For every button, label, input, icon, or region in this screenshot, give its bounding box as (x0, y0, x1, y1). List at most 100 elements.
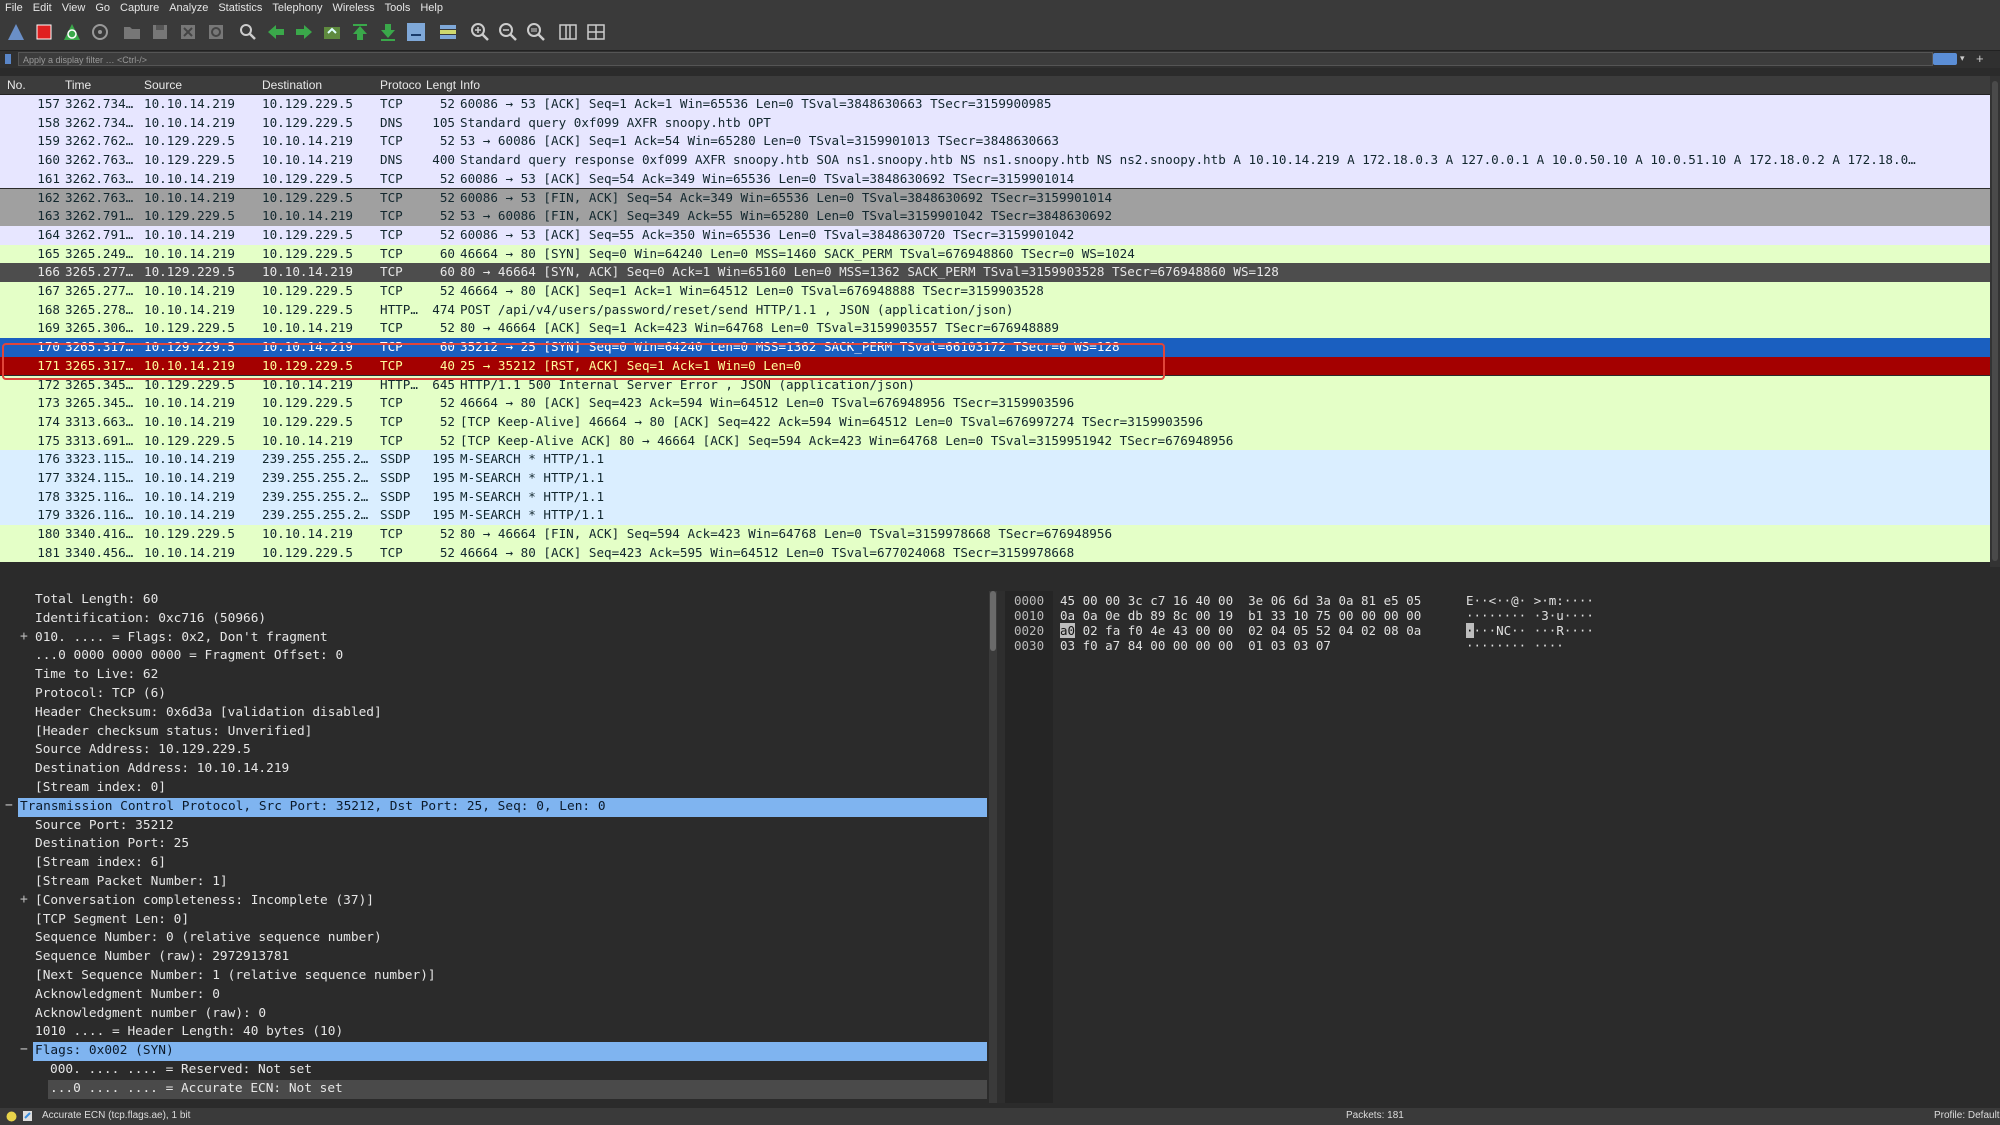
colorize-icon[interactable] (437, 21, 459, 43)
bytes-ascii[interactable]: ····NC·· ···R···· (1466, 623, 1594, 638)
packet-row[interactable]: 175 3313.691… 10.129.229.5 10.10.14.219 TCP 5… (0, 431, 1990, 451)
packet-row[interactable]: 158 3262.734… 10.10.14.219 10.129.229.5 DNS 1… (0, 113, 1990, 133)
bytes-hex[interactable]: 03 f0 a7 84 00 00 00 00 01 03 03 07 (1060, 638, 1331, 653)
detail-tree-item[interactable]: 000. .... .... = Reserved: Not set (0, 1061, 985, 1080)
bytes-hex[interactable]: a0 02 fa f0 4e 43 00 00 02 04 05 52 04 0… (1060, 623, 1421, 638)
detail-tree-item[interactable]: Protocol: TCP (6) (0, 685, 985, 704)
column-source[interactable]: Source (144, 78, 182, 92)
menu-tools[interactable]: Tools (380, 0, 416, 16)
bytes-hex-highlight[interactable]: a0 (1060, 623, 1076, 638)
detail-tree-item[interactable]: Sequence Number (raw): 2972913781 (0, 948, 985, 967)
bytes-ascii[interactable]: ········ ·3·u···· (1466, 608, 1594, 623)
save-file-icon[interactable] (149, 21, 171, 43)
zoom-in-icon[interactable] (469, 21, 491, 43)
detail-tree-item[interactable]: [TCP Segment Len: 0] (0, 911, 985, 930)
packet-row[interactable]: 163 3262.791… 10.129.229.5 10.10.14.219 TCP 5… (0, 207, 1990, 226)
packet-row[interactable]: 164 3262.791… 10.10.14.219 10.129.229.5 TCP 5… (0, 225, 1990, 245)
menu-file[interactable]: File (0, 0, 28, 16)
detail-tree-item[interactable]: Total Length: 60 (0, 591, 985, 610)
detail-tree-item[interactable]: Destination Address: 10.10.14.219 (0, 760, 985, 779)
detail-tree-item[interactable]: [Next Sequence Number: 1 (relative seque… (0, 967, 985, 986)
auto-scroll-icon[interactable] (405, 21, 427, 43)
resize-columns-icon[interactable] (557, 21, 579, 43)
packet-row[interactable]: 178 3325.116… 10.10.14.219 239.255.255.2… SS… (0, 487, 1990, 507)
packet-row[interactable]: 181 3340.456… 10.10.14.219 10.129.229.5 TCP 5… (0, 543, 1990, 563)
expand-icon[interactable]: + (20, 629, 28, 644)
detail-tree-item[interactable]: Source Port: 35212 (0, 817, 985, 836)
packet-row[interactable]: 176 3323.115… 10.10.14.219 239.255.255.2… SS… (0, 450, 1990, 469)
vertical-splitter[interactable] (997, 591, 1005, 1103)
packet-row[interactable]: 157 3262.734… 10.10.14.219 10.129.229.5 TCP 5… (0, 95, 1990, 114)
detail-tree-item[interactable]: Acknowledgment number (raw): 0 (0, 1005, 985, 1024)
menu-statistics[interactable]: Statistics (213, 0, 267, 16)
expand-icon[interactable]: + (20, 892, 28, 907)
bytes-ascii[interactable]: ········ ···· (1466, 638, 1564, 653)
pane-splitter[interactable] (0, 567, 2000, 591)
detail-tree-item[interactable]: [Stream index: 6] (0, 854, 985, 873)
zoom-out-icon[interactable] (497, 21, 519, 43)
restart-capture-icon[interactable] (61, 21, 83, 43)
go-first-packet-icon[interactable] (349, 21, 371, 43)
filter-bookmark-icon[interactable] (5, 54, 11, 64)
packet-list[interactable]: 157 3262.734… 10.10.14.219 10.129.229.5 TCP 5… (0, 95, 1990, 567)
packet-row[interactable]: 172 3265.345… 10.129.229.5 10.10.14.219 HTTP… (0, 375, 1990, 395)
column-length[interactable]: Length (426, 78, 456, 92)
layout-icon[interactable] (585, 21, 607, 43)
stop-capture-icon[interactable] (33, 21, 55, 43)
packet-details-tree[interactable]: Total Length: 60 Identification: 0xc716 (… (0, 591, 992, 1103)
packet-row[interactable]: 179 3326.116… 10.10.14.219 239.255.255.2… SS… (0, 506, 1990, 526)
detail-tree-item[interactable]: Header Checksum: 0x6d3a [validation disa… (0, 704, 985, 723)
packet-row[interactable]: 162 3262.763… 10.10.14.219 10.129.229.5 TCP 5… (0, 188, 1990, 208)
detail-tree-item[interactable]: − Flags: 0x002 (SYN) (20, 1042, 987, 1061)
packet-row[interactable]: 171 3265.317… 10.10.14.219 10.129.229.5 TCP 4… (0, 356, 1990, 376)
bytes-ascii-highlight[interactable]: · (1466, 623, 1474, 638)
packet-list-scrollbar[interactable] (1990, 76, 2000, 567)
menu-telephony[interactable]: Telephony (267, 0, 327, 16)
open-file-icon[interactable] (121, 21, 143, 43)
packet-row[interactable]: 168 3265.278… 10.10.14.219 10.129.229.5 HTTP… (0, 300, 1990, 320)
column-info[interactable]: Info (460, 78, 480, 92)
detail-tree-item[interactable]: +010. .... = Flags: 0x2, Don't fragment (0, 629, 985, 648)
packet-row[interactable]: 166 3265.277… 10.129.229.5 10.10.14.219 TCP 6… (0, 263, 1990, 282)
packet-row[interactable]: 169 3265.306… 10.129.229.5 10.10.14.219 TCP 5… (0, 319, 1990, 339)
close-file-icon[interactable] (177, 21, 199, 43)
bytes-hex[interactable]: 45 00 00 3c c7 16 40 00 3e 06 6d 3a 0a 8… (1060, 593, 1421, 608)
column-protocol[interactable]: Protocol (380, 78, 422, 92)
bytes-hex[interactable]: 0a 0a 0e db 89 8c 00 19 b1 33 10 75 00 0… (1060, 608, 1421, 623)
detail-tree-item[interactable]: − Transmission Control Protocol, Src Port… (5, 797, 987, 817)
packet-row[interactable]: 167 3265.277… 10.10.14.219 10.129.229.5 TCP 5… (0, 282, 1990, 301)
detail-tree-item[interactable]: ...0 .... .... = Accurate ECN: Not set (48, 1079, 987, 1099)
detail-tree-item[interactable]: [Stream Packet Number: 1] (0, 873, 985, 892)
packet-row[interactable]: 170 3265.317… 10.129.229.5 10.10.14.219 TCP 6… (0, 338, 1990, 357)
menu-edit[interactable]: Edit (28, 0, 57, 16)
menu-wireless[interactable]: Wireless (328, 0, 380, 16)
collapse-icon[interactable]: − (20, 1042, 28, 1057)
packet-row[interactable]: 173 3265.345… 10.10.14.219 10.129.229.5 TCP 5… (0, 394, 1990, 413)
detail-tree-item[interactable]: [Stream index: 0] (0, 779, 985, 798)
capture-options-icon[interactable] (89, 21, 111, 43)
detail-tree-item[interactable]: + [Conversation completeness: Incomplete … (0, 892, 985, 911)
detail-tree-item[interactable]: 1010 .... = Header Length: 40 bytes (10) (0, 1023, 985, 1042)
menu-view[interactable]: View (57, 0, 91, 16)
filter-history-dropdown-icon[interactable]: ▾ (1960, 53, 1965, 64)
zoom-normal-icon[interactable] (525, 21, 547, 43)
reload-file-icon[interactable] (205, 21, 227, 43)
detail-tree-item[interactable]: ...0 0000 0000 0000 = Fragment Offset: 0 (0, 647, 985, 666)
go-to-packet-icon[interactable] (321, 21, 343, 43)
packet-row[interactable]: 174 3313.663… 10.10.14.219 10.129.229.5 TCP 5… (0, 412, 1990, 432)
packet-row[interactable]: 180 3340.416… 10.129.229.5 10.10.14.219 TCP 5… (0, 525, 1990, 544)
menu-help[interactable]: Help (415, 0, 448, 16)
packet-row[interactable]: 159 3262.762… 10.129.229.5 10.10.14.219 TCP 5… (0, 132, 1990, 152)
column-destination[interactable]: Destination (262, 78, 322, 92)
packet-row[interactable]: 165 3265.249… 10.10.14.219 10.129.229.5 TCP 6… (0, 244, 1990, 264)
bytes-ascii[interactable]: E··<··@· >·m:···· (1466, 593, 1594, 608)
menu-analyze[interactable]: Analyze (164, 0, 213, 16)
status-profile[interactable]: Profile: Default (1934, 1110, 2000, 1121)
packet-bytes-pane[interactable]: 0000 45 00 00 3c c7 16 40 00 3e 06 6d 3a… (1005, 591, 2000, 1103)
details-scrollbar[interactable] (989, 591, 997, 1103)
display-filter-input[interactable]: Apply a display filter … <Ctrl-/> (18, 52, 1933, 66)
go-last-packet-icon[interactable] (377, 21, 399, 43)
detail-tree-item[interactable]: Identification: 0xc716 (50966) (0, 610, 985, 629)
find-packet-icon[interactable] (237, 21, 259, 43)
column-no[interactable]: No. (7, 78, 26, 92)
